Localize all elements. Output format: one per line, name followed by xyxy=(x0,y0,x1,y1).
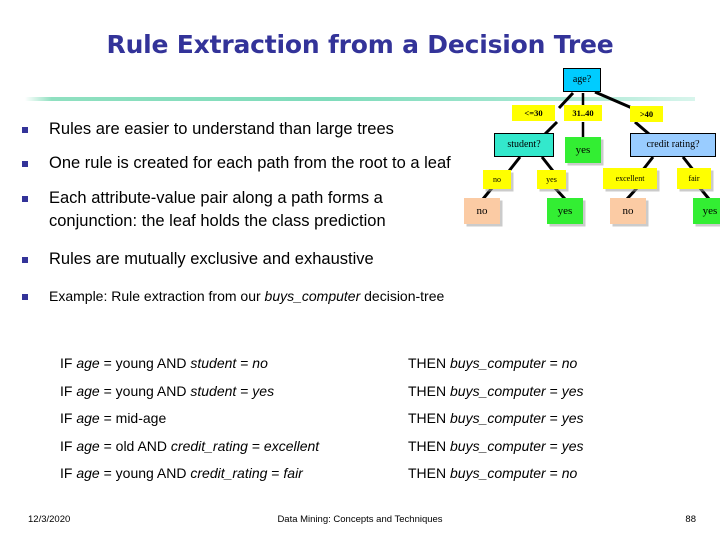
rule-antecedent: IF age = young AND student = yes xyxy=(60,382,275,399)
tree-edge-label-fair: fair xyxy=(677,168,711,189)
rule-row: IF age = old AND credit_rating = excelle… xyxy=(60,438,700,454)
tree-edge-label-excellent: excellent xyxy=(603,168,657,189)
rule-row: IF age = young AND student = no THEN buy… xyxy=(60,355,700,371)
tree-edge-label-student-no: no xyxy=(483,170,511,189)
rule-antecedent: IF age = young AND credit_rating = fair xyxy=(60,465,303,481)
tree-leaf-yes-fair[interactable]: yes xyxy=(693,198,720,224)
bullet-example-suffix: decision-tree xyxy=(360,288,445,305)
tree-leaf-yes-student-yes[interactable]: yes xyxy=(547,198,583,224)
tree-leaf-no-excellent[interactable]: no xyxy=(610,198,646,224)
rule-consequent: THEN buys_computer = no xyxy=(408,465,578,481)
bullet-text: Rules are mutually exclusive and exhaust… xyxy=(49,249,374,268)
bullet-text: Rules are easier to understand than larg… xyxy=(49,120,394,138)
tree-node-credit-rating[interactable]: credit rating? xyxy=(630,133,716,157)
list-item: Rules are mutually exclusive and exhaust… xyxy=(22,248,602,271)
footer-title: Data Mining: Concepts and Techniques xyxy=(277,514,443,525)
rule-consequent: THEN buys_computer = yes xyxy=(408,410,584,426)
page-title: Rule Extraction from a Decision Tree xyxy=(106,30,614,59)
tree-node-student[interactable]: student? xyxy=(494,133,554,157)
decision-tree-diagram: age? <=30 31..40 >40 student? yes credit… xyxy=(455,60,720,230)
footer: 12/3/2020 Data Mining: Concepts and Tech… xyxy=(0,514,720,528)
footer-page-number: 88 xyxy=(685,514,696,525)
rule-antecedent: IF age = young AND student = no xyxy=(60,355,268,371)
tree-leaf-no-student-no[interactable]: no xyxy=(464,198,500,224)
rule-consequent: THEN buys_computer = no xyxy=(408,355,578,371)
rule-antecedent: IF age = old AND credit_rating = excelle… xyxy=(60,437,320,454)
bullet-square-icon xyxy=(22,256,28,263)
bullet-example-italic: buys_computer xyxy=(264,288,361,305)
list-item: Example: Rule extraction from our buys_c… xyxy=(22,287,602,307)
rule-consequent: THEN buys_computer = yes xyxy=(408,382,584,399)
bullet-square-icon xyxy=(22,195,28,202)
tree-node-age[interactable]: age? xyxy=(563,68,601,92)
tree-leaf-yes-midage[interactable]: yes xyxy=(565,137,601,163)
rules-list: IF age = young AND student = no THEN buy… xyxy=(60,355,700,493)
rule-consequent: THEN buys_computer = yes xyxy=(408,437,584,454)
tree-edge-label-31-40: 31..40 xyxy=(564,105,602,121)
tree-edge-label-gt40: >40 xyxy=(630,106,663,122)
bullet-example-prefix: Example: Rule extraction from our xyxy=(49,288,265,305)
tree-edge-label-student-yes: yes xyxy=(537,170,566,189)
rule-row: IF age = mid-age THEN buys_computer = ye… xyxy=(60,410,700,426)
bullet-text: One rule is created for each path from t… xyxy=(49,154,451,173)
rule-row: IF age = young AND credit_rating = fair … xyxy=(60,465,700,481)
bullet-square-icon xyxy=(22,161,28,168)
bullet-square-icon xyxy=(22,127,28,133)
bullet-square-icon xyxy=(22,294,28,301)
bullet-text-example: Example: Rule extraction from our buys_c… xyxy=(49,287,444,307)
rule-row: IF age = young AND student = yes THEN bu… xyxy=(60,383,700,399)
rule-antecedent: IF age = mid-age xyxy=(60,410,167,426)
tree-edge-label-le30: <=30 xyxy=(512,105,555,121)
bullet-text: Each attribute-value pair along a path f… xyxy=(49,188,386,231)
